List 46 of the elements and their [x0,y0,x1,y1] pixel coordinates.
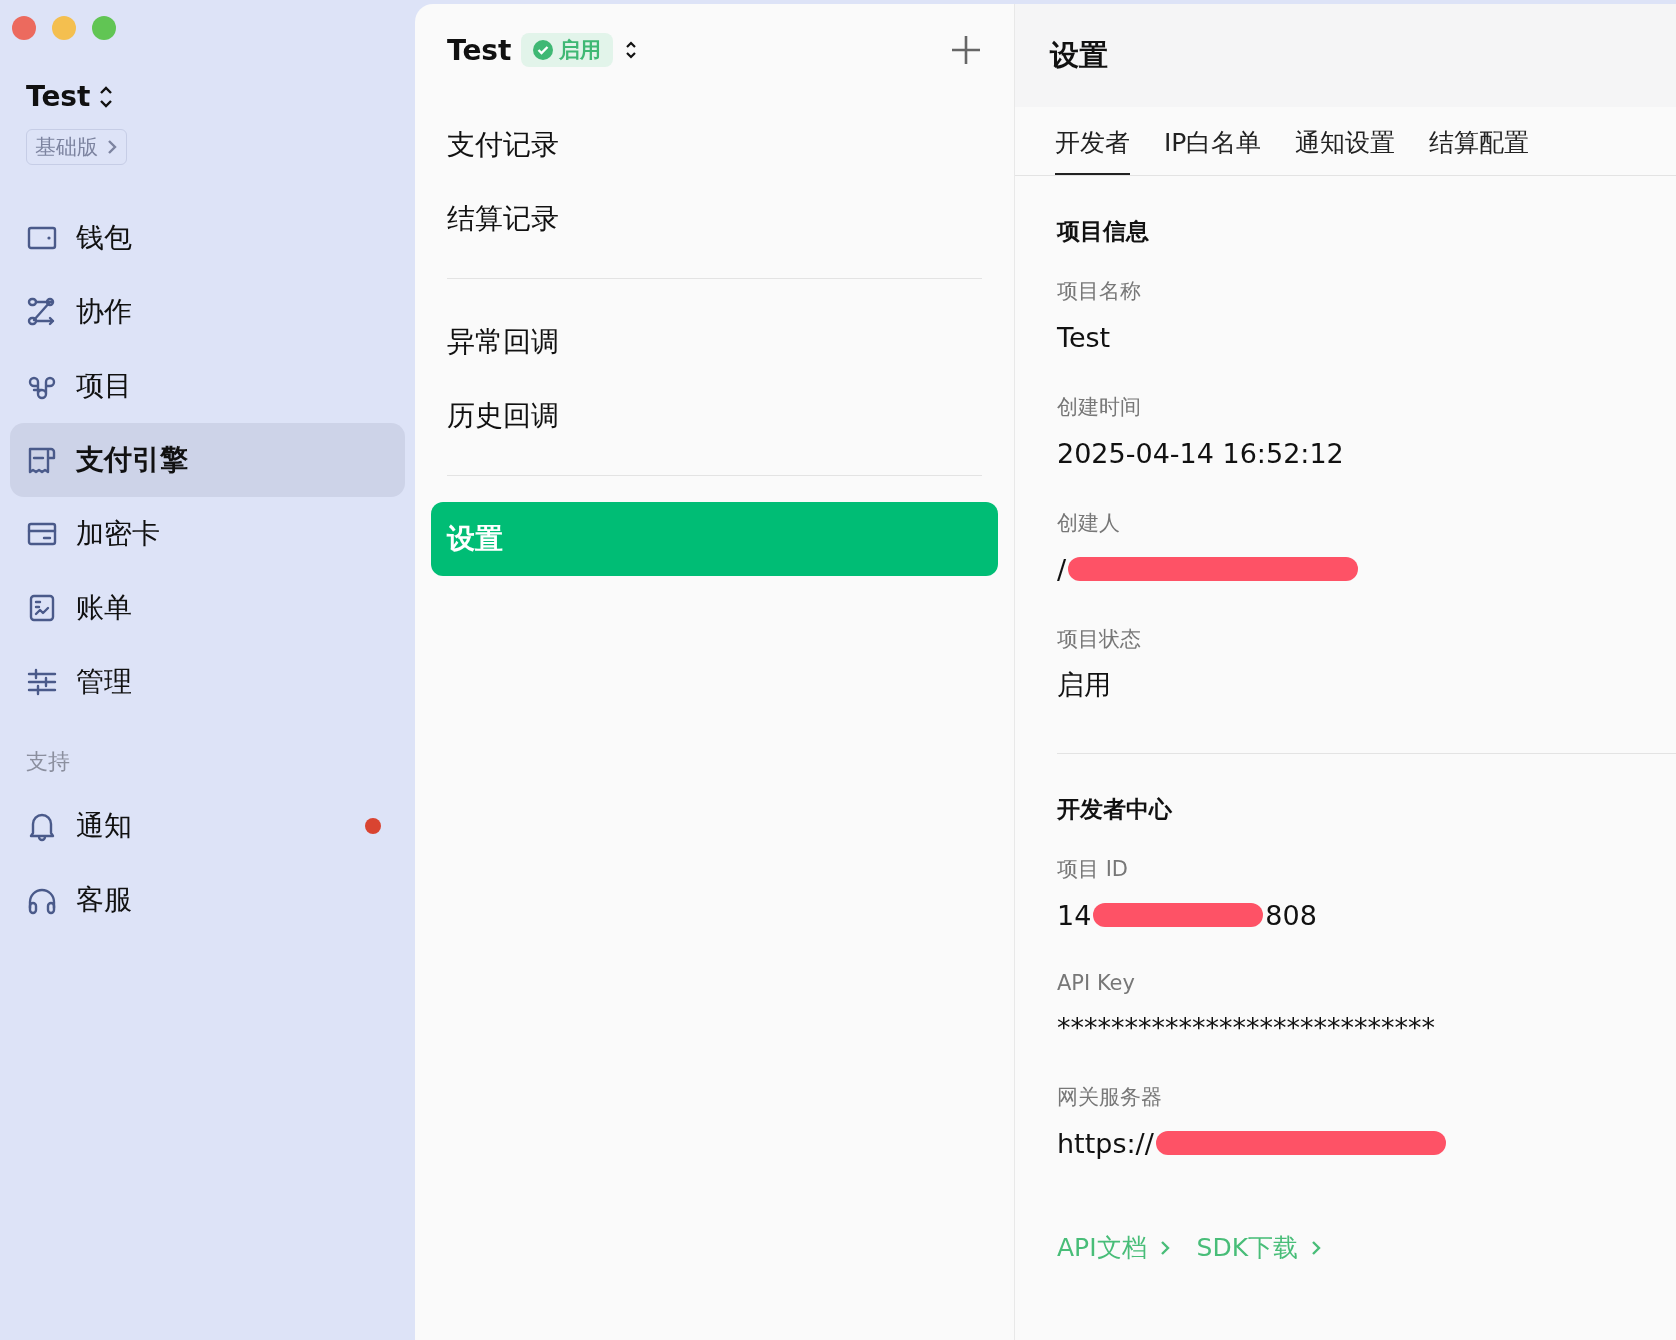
tab[interactable]: 结算配置 [1429,107,1530,175]
sidebar-item[interactable]: 通知 [10,789,405,863]
tab[interactable]: 开发者 [1055,107,1130,175]
field-label: 创建人 [1057,510,1121,537]
project-name: Test [447,33,512,67]
field-value: 808 [1265,899,1317,931]
menu-item[interactable]: 结算记录 [447,182,982,256]
field-label: 项目状态 [1057,626,1142,653]
add-icon[interactable] [950,34,982,66]
field-label: 创建时间 [1057,394,1142,421]
page-title: 设置 [1015,4,1676,107]
tab[interactable]: IP白名单 [1164,107,1262,175]
check-icon [533,40,554,60]
field-value: https:// [1057,1127,1154,1159]
chevron-right-icon [1310,1238,1323,1257]
field-label: API Key [1057,971,1136,995]
field-value: **************************** [1057,1011,1435,1043]
field-label: 网关服务器 [1057,1084,1163,1111]
sidebar-item[interactable]: 协作 [10,275,405,349]
section-heading: 开发者中心 [1057,795,1173,824]
plan-label: 基础版 [35,134,98,161]
project-name: Test [26,80,91,113]
sidebar-item[interactable]: 钱包 [10,201,405,275]
menu-item[interactable]: 历史回调 [447,379,982,453]
menu-item[interactable]: 异常回调 [447,305,982,379]
chevron-right-icon [1158,1238,1171,1257]
sidebar-item[interactable]: 管理 [10,645,405,719]
field-value: / [1057,553,1067,585]
sidebar-item[interactable]: 客服 [10,863,405,937]
field-label: 项目名称 [1057,278,1142,305]
sidebar-item[interactable]: 加密卡 [10,497,405,571]
status-badge: 启用 [521,33,614,67]
field-label: 项目 ID [1057,856,1130,883]
chevron-right-icon [106,138,118,156]
menu-item[interactable]: 支付记录 [447,108,982,182]
sliders-icon [26,666,58,698]
section-heading: 支持 [26,748,71,776]
sidebar-item[interactable]: 支付引擎 [10,423,405,497]
sidebar-item[interactable]: 项目 [10,349,405,423]
sidebar-item[interactable]: 账单 [10,571,405,645]
tab[interactable]: 通知设置 [1295,107,1396,175]
field-value: Test [1057,321,1111,353]
field-value: 2025-04-14 16:52:12 [1057,437,1344,469]
field-value: 启用 [1057,668,1111,702]
field-value: 14 [1057,899,1092,931]
section-heading: 项目信息 [1057,217,1150,246]
